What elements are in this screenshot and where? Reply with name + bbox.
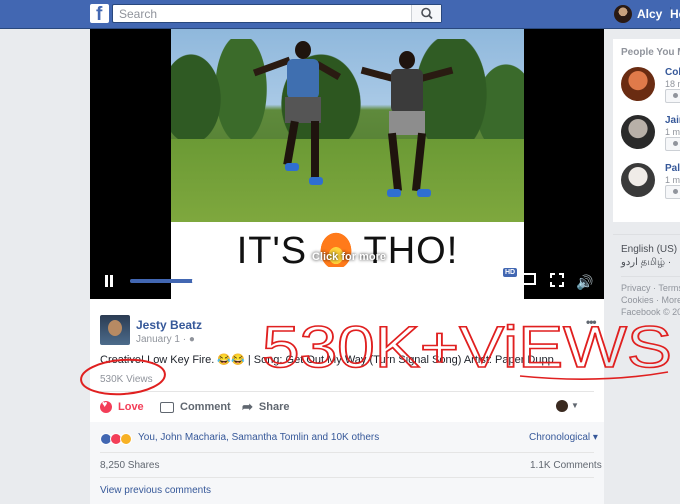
language-options[interactable]: اردو தமிழ் ·	[621, 256, 680, 269]
video-scenery	[171, 39, 524, 139]
profile-link[interactable]: Alcy	[614, 3, 672, 25]
language-english[interactable]: English (US) ·	[621, 243, 680, 256]
haha-reaction-icon	[120, 433, 132, 445]
divider	[613, 234, 680, 235]
comments-count[interactable]: 1.1K Comments	[530, 460, 602, 471]
post-text: Creative! Low Key Fire. 😂😂 | Song: Get O…	[100, 354, 554, 366]
love-label: Love	[118, 401, 144, 413]
more-options-button[interactable]: •••	[586, 315, 597, 329]
video-progress-bar[interactable]	[130, 275, 440, 287]
pause-button[interactable]	[104, 275, 114, 287]
share-icon: ➦	[242, 399, 253, 414]
comment-sort-dropdown[interactable]: Chronological ▾	[529, 432, 598, 443]
progress-handle[interactable]	[192, 275, 205, 287]
avatar	[621, 115, 655, 149]
view-count: 530K Views	[100, 374, 153, 385]
reaction-icons[interactable]	[100, 433, 132, 445]
add-friend-button[interactable]	[665, 137, 680, 151]
share-button[interactable]: ➦ Share	[242, 397, 289, 417]
footer-cookies-more[interactable]: Cookies · More	[621, 294, 680, 306]
hd-badge: HD	[503, 268, 518, 277]
progress-fill	[130, 279, 199, 283]
video-controls: -1:06 HD 🔊	[90, 265, 604, 299]
video-player[interactable]: IT'S THO! Click for more -1:06 HD 🔊	[90, 29, 604, 299]
fullscreen-icon[interactable]	[550, 273, 564, 287]
person-suggestion[interactable]: Col 18 m	[621, 67, 680, 107]
divider	[621, 276, 680, 277]
divider	[100, 391, 594, 392]
reaction-summary[interactable]: You, John Macharia, Samantha Tomlin and …	[138, 432, 379, 443]
person-name[interactable]: Jair	[665, 115, 680, 126]
volume-icon[interactable]: 🔊	[576, 274, 593, 291]
avatar	[621, 163, 655, 197]
user-name: Alcy	[637, 7, 663, 21]
divider	[100, 452, 594, 453]
post-card: IT'S THO! Click for more -1:06 HD 🔊 Jest…	[90, 29, 604, 504]
post-timestamp[interactable]: January 1 · ●	[136, 334, 195, 345]
mutual-friends: 1 m	[665, 175, 680, 185]
video-ground	[171, 139, 524, 224]
popout-icon[interactable]	[522, 273, 536, 285]
dancer-left	[252, 41, 342, 191]
mutual-friends: 1 m	[665, 127, 680, 137]
shares-count[interactable]: 8,250 Shares	[100, 460, 160, 471]
search-box	[112, 4, 442, 23]
dancer-right	[360, 51, 454, 201]
facebook-logo-icon[interactable]: f	[90, 4, 109, 25]
post-actions: Love Comment ➦ Share	[100, 397, 594, 417]
mutual-friends: 18 m	[665, 79, 680, 89]
page-avatar[interactable]	[100, 315, 130, 345]
page-name-link[interactable]: Jesty Beatz	[136, 318, 202, 332]
divider	[100, 477, 594, 478]
home-link[interactable]: Ho	[670, 7, 680, 21]
chevron-down-icon[interactable]: ▼	[571, 401, 579, 410]
time-remaining: -1:06	[464, 274, 490, 286]
search-input[interactable]	[113, 5, 403, 22]
footer-privacy-terms[interactable]: Privacy · Terms	[621, 282, 680, 294]
add-friend-button[interactable]	[665, 185, 680, 199]
person-suggestion[interactable]: Jair 1 m	[621, 115, 680, 155]
person-name[interactable]: Col	[665, 67, 680, 78]
person-name[interactable]: Pall	[665, 163, 680, 174]
language-selector[interactable]: English (US) · اردو தமிழ் ·	[621, 243, 680, 269]
footer-links: Privacy · Terms Cookies · More Facebook …	[621, 282, 680, 318]
share-label: Share	[258, 401, 290, 413]
pause-icon	[105, 275, 108, 287]
add-friend-button[interactable]	[665, 89, 680, 103]
panel-title: People You M	[621, 47, 680, 58]
person-suggestion[interactable]: Pall 1 m	[621, 163, 680, 203]
post-as-avatar[interactable]	[556, 400, 568, 412]
love-button[interactable]: Love	[100, 397, 144, 417]
avatar	[614, 5, 632, 23]
heart-icon	[100, 399, 112, 413]
comment-icon	[160, 401, 174, 413]
people-you-may-know-panel: People You M Col 18 m Jair 1 m Pall 1 m	[613, 39, 680, 222]
search-icon	[421, 7, 433, 20]
globe-icon: ●	[188, 334, 195, 345]
footer-copyright: Facebook © 20	[621, 307, 680, 317]
view-previous-comments-link[interactable]: View previous comments	[100, 485, 211, 496]
top-navigation-bar: f Alcy Ho	[0, 0, 680, 29]
comment-button[interactable]: Comment	[160, 397, 231, 417]
video-frame: IT'S THO! Click for more	[171, 29, 524, 299]
click-for-more-overlay[interactable]: Click for more	[312, 251, 386, 263]
search-button[interactable]	[411, 5, 441, 22]
comment-label: Comment	[180, 401, 231, 413]
avatar	[621, 67, 655, 101]
